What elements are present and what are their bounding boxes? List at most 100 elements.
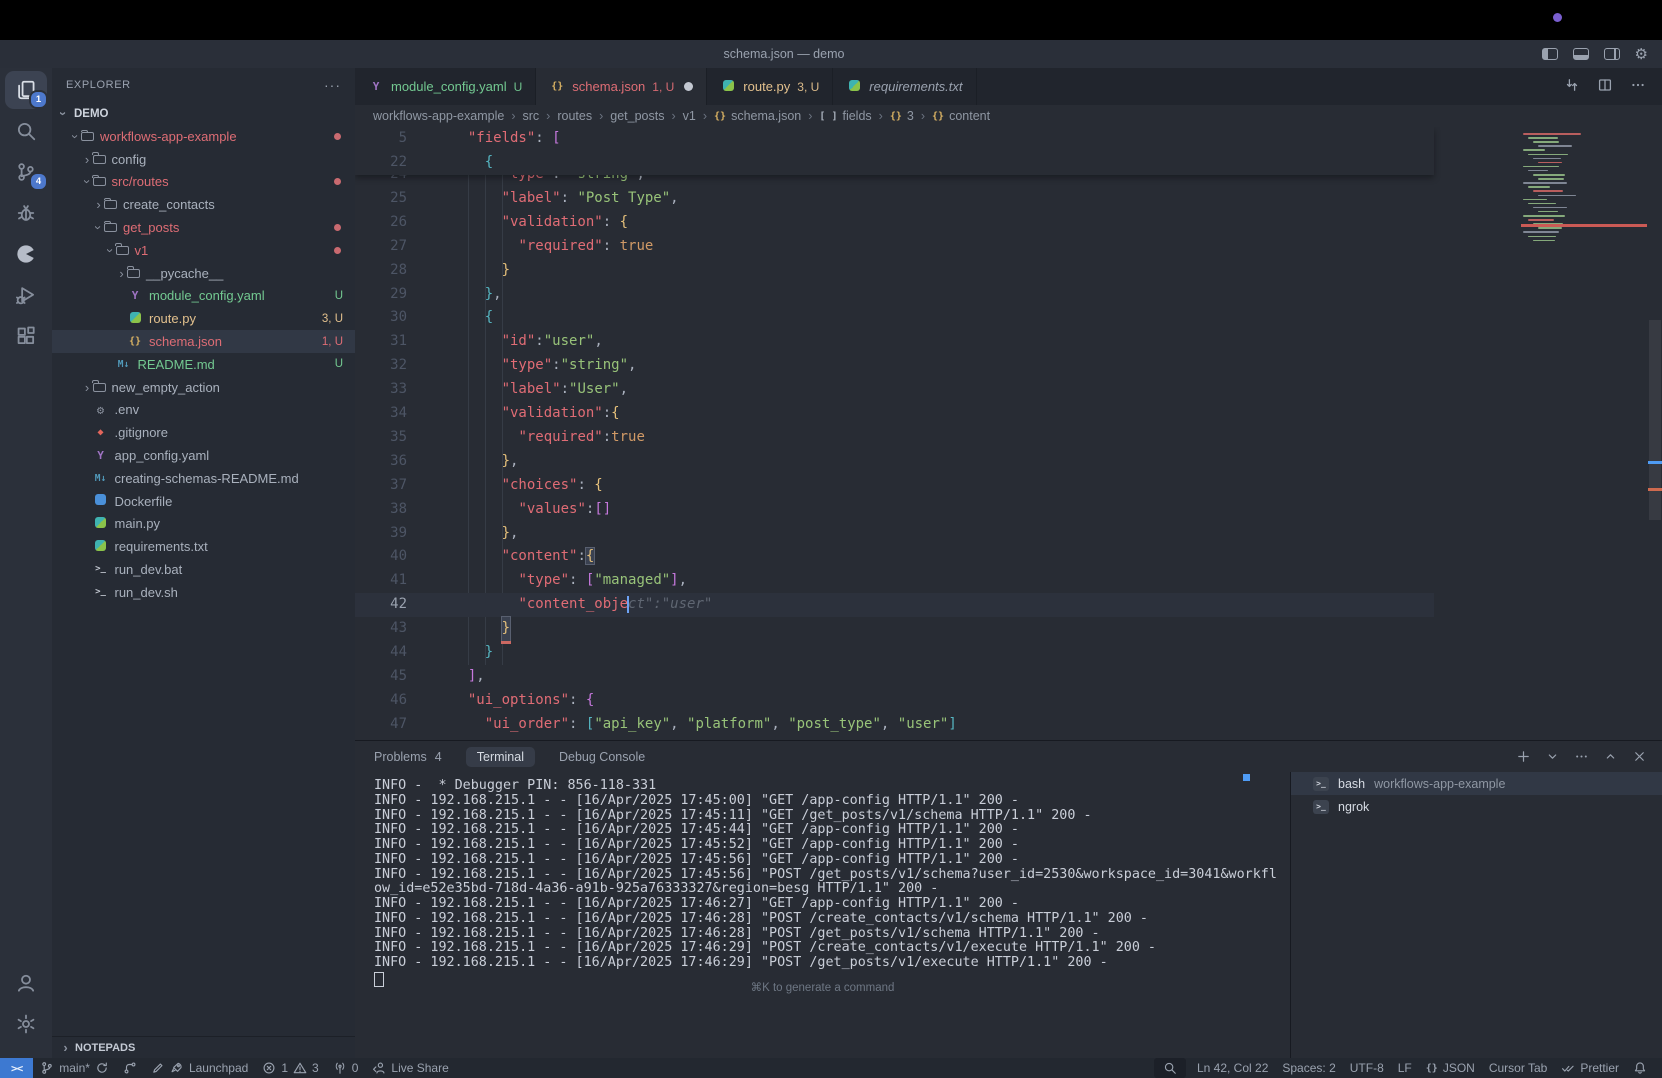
- code-line-29[interactable]: 29 },: [355, 283, 1434, 307]
- explorer-more-actions-icon[interactable]: ···: [324, 77, 341, 93]
- code-line-27[interactable]: 27 "required": true: [355, 235, 1434, 259]
- code-line-38[interactable]: 38 "values":[]: [355, 498, 1434, 522]
- code-line-28[interactable]: 28 }: [355, 259, 1434, 283]
- code-line-36[interactable]: 36 },: [355, 450, 1434, 474]
- activity-item-explorer[interactable]: 1: [5, 71, 48, 109]
- code-line-41[interactable]: 41 "type": ["managed"],: [355, 569, 1434, 593]
- code-line-32[interactable]: 32 "type":"string",: [355, 354, 1434, 378]
- launch-profile-icon[interactable]: [1545, 749, 1560, 764]
- tree-item-main-py[interactable]: main.py: [52, 513, 355, 536]
- tree-item-run-dev-sh[interactable]: >_ run_dev.sh: [52, 581, 355, 604]
- activity-item-manage-settings[interactable]: [5, 1005, 47, 1043]
- tree-item-pycache[interactable]: › __pycache__: [52, 262, 355, 285]
- code-line-35[interactable]: 35 "required":true: [355, 426, 1434, 450]
- minimap[interactable]: [1523, 133, 1653, 258]
- activity-item-run-and-debug[interactable]: [5, 276, 47, 314]
- breadcrumb-item-workflows-app-example[interactable]: workflows-app-example: [373, 109, 504, 123]
- breadcrumb-item-fields[interactable]: [ ] fields: [819, 109, 871, 123]
- code-line-39[interactable]: 39 },: [355, 522, 1434, 546]
- tab-module-config-yaml[interactable]: Ymodule_config.yaml U: [355, 68, 537, 105]
- indentation[interactable]: Spaces: 2: [1275, 1058, 1342, 1078]
- tab-schema-json[interactable]: {} schema.json 1, U: [536, 68, 708, 105]
- activity-item-extension-logo[interactable]: [5, 235, 47, 273]
- tree-item-schema-json[interactable]: {} schema.json 1, U: [52, 330, 355, 353]
- source-control-graph[interactable]: [116, 1058, 144, 1078]
- close-icon[interactable]: [1632, 749, 1647, 764]
- unsaved-dot-icon[interactable]: [684, 82, 694, 91]
- toggle-panel-icon[interactable]: [1572, 48, 1589, 60]
- panel-tab-terminal[interactable]: Terminal: [465, 746, 535, 767]
- code-line-45[interactable]: 45 ],: [355, 665, 1434, 689]
- code-line-40[interactable]: 40 "content":{: [355, 545, 1434, 569]
- code-line-44[interactable]: 44 }: [355, 641, 1434, 665]
- tree-item-module-config-yaml[interactable]: Ymodule_config.yaml U: [52, 285, 355, 308]
- toggle-secondary-sidebar-icon[interactable]: [1603, 48, 1620, 60]
- tree-item-gitignore[interactable]: ◆ .gitignore: [52, 421, 355, 444]
- maximize-icon[interactable]: [1603, 749, 1618, 764]
- breadcrumb-item-get-posts[interactable]: get_posts: [610, 109, 664, 123]
- breadcrumb-item-v1[interactable]: v1: [683, 109, 696, 123]
- status-search[interactable]: [1153, 1058, 1186, 1078]
- code-line-34[interactable]: 34 "validation":{: [355, 402, 1434, 426]
- code-line-26[interactable]: 26 "validation": {: [355, 211, 1434, 235]
- activity-item-accounts[interactable]: [5, 964, 47, 1002]
- tree-item-config[interactable]: › config: [52, 148, 355, 171]
- terminal-instance-bash[interactable]: >_ bash workflows-app-example: [1291, 772, 1662, 795]
- settings-gear-icon[interactable]: ⚙: [1635, 47, 1648, 62]
- panel-tab-debug-console[interactable]: Debug Console: [559, 750, 645, 764]
- tree-item-requirements-txt[interactable]: requirements.txt: [52, 535, 355, 558]
- more-icon[interactable]: [1574, 749, 1589, 764]
- encoding[interactable]: UTF-8: [1343, 1058, 1391, 1078]
- language-mode[interactable]: {} JSON: [1419, 1058, 1482, 1078]
- tree-item-creating-schemas-readme-md[interactable]: M↓ creating-schemas-README.md: [52, 467, 355, 490]
- tree-item-route-py[interactable]: route.py 3, U: [52, 307, 355, 330]
- formatter[interactable]: Prettier: [1554, 1058, 1626, 1078]
- code-line-47[interactable]: 47 "ui_order": ["api_key", "platform", "…: [355, 713, 1434, 737]
- code-line-30[interactable]: 30 {: [355, 306, 1434, 330]
- split-editor-icon[interactable]: [1597, 77, 1613, 93]
- code-line-46[interactable]: 46 "ui_options": {: [355, 689, 1434, 713]
- breadcrumb-item-3[interactable]: {} 3: [890, 109, 914, 123]
- terminal-output[interactable]: INFO - * Debugger PIN: 856-118-331 INFO -…: [374, 778, 1282, 992]
- tree-item-get-posts[interactable]: › get_posts: [52, 216, 355, 239]
- activity-item-source-control[interactable]: 4: [5, 153, 48, 191]
- sticky-line-22[interactable]: 22 {: [355, 151, 1434, 175]
- breadcrumb-item-content[interactable]: {} content: [932, 109, 990, 123]
- tree-item-src-routes[interactable]: › src/routes: [52, 171, 355, 194]
- editor-scrollbar[interactable]: [1648, 127, 1662, 740]
- code-editor[interactable]: 24 "type": "string",25 "label": "Post Ty…: [355, 127, 1662, 740]
- cursor-position[interactable]: Ln 42, Col 22: [1190, 1058, 1275, 1078]
- code-line-37[interactable]: 37 "choices": {: [355, 474, 1434, 498]
- code-line-31[interactable]: 31 "id":"user",: [355, 330, 1434, 354]
- code-line-33[interactable]: 33 "label":"User",: [355, 378, 1434, 402]
- toggle-primary-sidebar-icon[interactable]: [1541, 48, 1558, 60]
- remote-indicator[interactable]: ><: [0, 1058, 34, 1078]
- code-line-42[interactable]: 42 "content_object":"user": [355, 593, 1434, 618]
- cursor-tab[interactable]: Cursor Tab: [1482, 1058, 1554, 1078]
- code-line-43[interactable]: 43 }: [355, 616, 1434, 644]
- tree-item-create-contacts[interactable]: › create_contacts: [52, 193, 355, 216]
- branch-status[interactable]: main*: [33, 1058, 116, 1078]
- launchpad-status[interactable]: Launchpad: [144, 1058, 255, 1078]
- ports-status[interactable]: 0: [326, 1058, 366, 1078]
- new-terminal-icon[interactable]: [1516, 749, 1531, 764]
- tree-item-v1[interactable]: › v1: [52, 239, 355, 262]
- tree-item-workflows-app-example[interactable]: › workflows-app-example: [52, 125, 355, 148]
- activity-item-search[interactable]: [5, 112, 47, 150]
- tree-item-app-config-yaml[interactable]: Yapp_config.yaml: [52, 444, 355, 467]
- notifications[interactable]: [1626, 1058, 1654, 1078]
- activity-item-extensions[interactable]: [5, 317, 47, 355]
- activity-item-testing-bug[interactable]: [5, 194, 47, 232]
- terminal-instance-ngrok[interactable]: >_ ngrok: [1291, 795, 1662, 818]
- problems-status[interactable]: 13: [255, 1058, 325, 1078]
- tree-item-new-empty-action[interactable]: › new_empty_action: [52, 376, 355, 399]
- live-share-status[interactable]: Live Share: [365, 1058, 455, 1078]
- sticky-line-5[interactable]: 5 "fields": [: [355, 127, 1434, 151]
- tree-item-env[interactable]: ⚙ .env: [52, 399, 355, 422]
- breadcrumb-item-src[interactable]: src: [522, 109, 539, 123]
- notepads-section-header[interactable]: › NOTEPADS: [52, 1036, 355, 1058]
- tree-item-run-dev-bat[interactable]: >_ run_dev.bat: [52, 558, 355, 581]
- tab-requirements-txt[interactable]: requirements.txt: [833, 68, 977, 105]
- open-changes-icon[interactable]: [1564, 77, 1580, 93]
- workspace-section-header[interactable]: › DEMO: [52, 102, 355, 125]
